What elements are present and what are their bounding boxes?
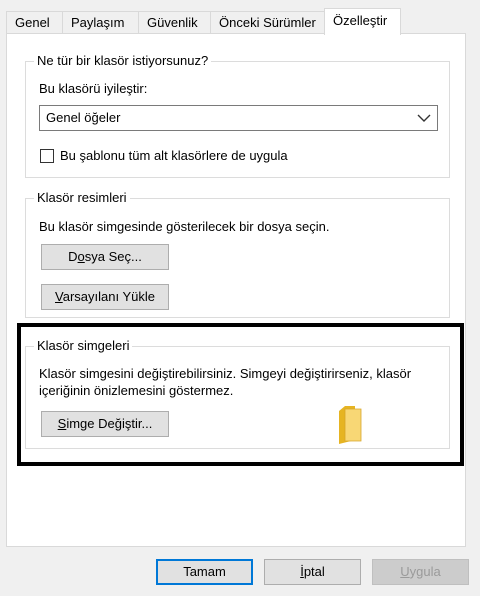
apply-accelerator: U bbox=[400, 564, 410, 579]
change-icon-label-part: imge Değiştir... bbox=[66, 416, 153, 431]
ok-button[interactable]: Tamam bbox=[156, 559, 253, 585]
tab-previous-versions[interactable]: Önceki Sürümler bbox=[210, 11, 327, 33]
optimize-selected-value: Genel öğeler bbox=[46, 110, 121, 125]
folder-type-group-title: Ne tür bir klasör istiyorsunuz? bbox=[34, 53, 212, 69]
choose-file-accelerator: o bbox=[77, 249, 85, 264]
tab-general[interactable]: Genel bbox=[6, 11, 63, 33]
customize-tab-page: Ne tür bir klasör istiyorsunuz? Bu klasö… bbox=[6, 33, 466, 547]
cancel-button[interactable]: İptal bbox=[264, 559, 361, 585]
folder-icon bbox=[339, 406, 362, 444]
optimize-dropdown[interactable]: Genel öğeler bbox=[39, 105, 438, 131]
apply-label-part: ygula bbox=[409, 564, 441, 579]
choose-file-label-part: D bbox=[68, 249, 78, 264]
apply-subfolders-checkbox[interactable] bbox=[40, 149, 54, 163]
tab-security[interactable]: Güvenlik bbox=[138, 11, 211, 33]
choose-file-label-part: sya Seç... bbox=[84, 249, 142, 264]
folder-pictures-group: Klasör resimleri Bu klasör simgesinde gö… bbox=[25, 190, 450, 318]
apply-button[interactable]: Uygula bbox=[372, 559, 469, 585]
apply-subfolders-label: Bu şablonu tüm alt klasörlere de uygula bbox=[60, 148, 288, 163]
folder-type-group: Ne tür bir klasör istiyorsunuz? Bu klasö… bbox=[25, 53, 450, 178]
restore-default-accelerator: V bbox=[55, 289, 63, 304]
folder-icons-group-title: Klasör simgeleri bbox=[34, 338, 133, 354]
folder-icons-description-line2: içeriğinin önizlemesini göstermez. bbox=[39, 383, 234, 398]
optimize-label: Bu klasörü iyileştir: bbox=[39, 81, 148, 96]
cancel-label-part: ptal bbox=[303, 564, 325, 579]
choose-file-button[interactable]: Dosya Seç... bbox=[41, 244, 169, 270]
tab-sharing[interactable]: Paylaşım bbox=[62, 11, 139, 33]
restore-default-label-part: arsayılanı Yükle bbox=[62, 289, 155, 304]
change-icon-button[interactable]: Simge Değiştir... bbox=[41, 411, 169, 437]
folder-pictures-group-title: Klasör resimleri bbox=[34, 190, 130, 206]
folder-icons-description-line1: Klasör simgesini değiştirebilirsiniz. Si… bbox=[39, 366, 412, 381]
restore-default-button[interactable]: Varsayılanı Yükle bbox=[41, 284, 169, 310]
folder-icons-group: Klasör simgeleri Klasör simgesini değişt… bbox=[25, 338, 450, 449]
tab-customize[interactable]: Özelleştir bbox=[324, 8, 401, 35]
chevron-down-icon bbox=[417, 114, 431, 122]
folder-pictures-description: Bu klasör simgesinde gösterilecek bir do… bbox=[39, 219, 330, 234]
